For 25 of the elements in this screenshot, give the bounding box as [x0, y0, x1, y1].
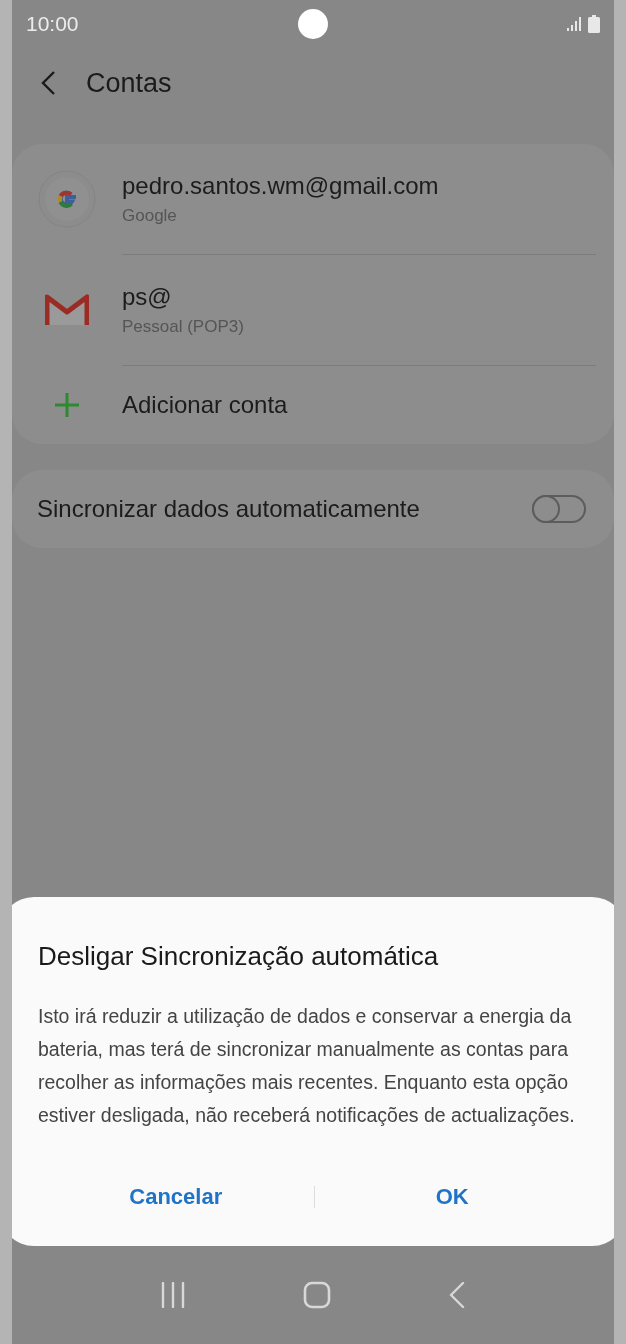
account-type: Pessoal (POP3): [122, 317, 244, 337]
status-time: 10:00: [26, 12, 79, 36]
signal-icon: [566, 16, 582, 32]
google-g-icon: [38, 170, 96, 228]
home-icon[interactable]: [303, 1281, 331, 1309]
sync-toggle[interactable]: [532, 495, 586, 523]
sync-label: Sincronizar dados automaticamente: [37, 495, 420, 523]
recent-apps-icon[interactable]: [161, 1282, 185, 1308]
add-account-item[interactable]: Adicionar conta: [12, 366, 614, 444]
battery-icon: [588, 15, 600, 33]
plus-icon: [54, 392, 80, 418]
dialog-button[interactable]: Cancelar: [38, 1172, 314, 1222]
camera-hole-icon: [298, 9, 328, 39]
account-item[interactable]: pedro.santos.wm@gmail.com Google: [12, 144, 614, 254]
mail-m-icon: [45, 294, 89, 326]
back-icon[interactable]: [40, 70, 56, 96]
account-name: pedro.santos.wm@gmail.com: [122, 172, 439, 200]
dialog-message: Isto irá reduzir a utilização de dados e conservar a energia da bateria, mas terá de sincronizar manualmente as contas para recolher as informações mais recentes. Enquanto esta opção estiver desligada, não receberá notificações de actualizações.: [38, 1004, 576, 1128]
account-item[interactable]: ps@ Pessoal (POP3): [12, 255, 614, 365]
dialog-button[interactable]: OK: [314, 1172, 590, 1222]
dialog-title: Desligar Sincronização automática: [38, 941, 440, 972]
back-nav-icon[interactable]: [449, 1282, 465, 1308]
account-name: ps@: [122, 283, 173, 311]
account-type: Google: [122, 206, 178, 226]
page-title: Contas: [86, 67, 172, 99]
